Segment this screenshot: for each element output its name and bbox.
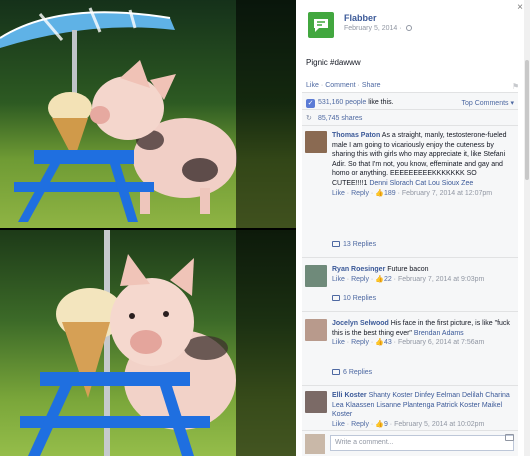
comment-likes-value: 22 [383,275,392,283]
comment-date[interactable]: February 5, 2014 at 10:02pm [394,421,484,428]
comment-body: Jocelyn Selwood His face in the first pi… [332,319,514,348]
photo-top [0,0,296,228]
share-icon: ↻ [306,115,312,122]
reply-icon [332,241,340,248]
comment-likes-count[interactable]: 👍22 [375,276,392,283]
comment-text: Future bacon [385,266,429,273]
divider [302,385,518,386]
post-panel: × Flabber February 5, 2014 · Pignic #daw… [296,0,530,456]
comment-meta: Like · Reply · 👍9 · February 5, 2014 at … [332,420,485,428]
comment-likes-count[interactable]: 👍43 [375,339,392,346]
like-small-icon: 👍 [375,275,384,283]
comment-reply-link[interactable]: Reply [351,190,369,197]
like-small-icon: 👍 [375,339,384,347]
flag-icon[interactable]: ⚑ [512,82,520,91]
feedback-area: ✓ 531,160 people like this. Top Comments… [302,92,518,430]
comment-meta: Like · Reply · 👍189 · February 7, 2014 a… [332,189,493,197]
comment-mentions[interactable]: Denni Slorach Cat Lou Sioux Zee [369,180,473,187]
comment-date[interactable]: February 6, 2014 at 7:56am [398,339,484,346]
comment-like-link[interactable]: Like [332,190,345,197]
comment-date[interactable]: February 7, 2014 at 9:03pm [398,276,484,283]
share-button[interactable]: Share [362,82,381,89]
comment-reply-link[interactable]: Reply [351,339,369,346]
post-date[interactable]: February 5, 2014 · [344,25,412,32]
globe-icon [405,25,412,32]
avatar[interactable] [305,131,327,153]
photo-panel[interactable] [0,0,296,456]
shares-row: ↻ 85,745 shares [302,112,518,126]
view-replies-link[interactable]: 13 Replies [332,241,376,248]
comment-like-link[interactable]: Like [332,421,345,428]
separator: · [357,82,360,89]
comment-body: Ryan Roesinger Future bacon Like · Reply… [332,265,514,284]
divider [302,257,518,258]
avatar[interactable] [305,265,327,287]
comment-like-link[interactable]: Like [332,339,345,346]
likes-suffix: like this. [366,99,394,106]
view-replies-link[interactable]: 10 Replies [332,295,376,302]
comment-reply-link[interactable]: Reply [351,276,369,283]
comment-text: As a straight, manly, testosterone-fuele… [332,132,507,187]
comment-meta: Like · Reply · 👍43 · February 6, 2014 at… [332,339,485,347]
likes-count-link[interactable]: 531,160 people [318,99,366,106]
comment-author[interactable]: Thomas Paton [332,132,380,139]
reply-icon [332,295,340,302]
like-button[interactable]: Like [306,82,319,89]
scrollbar-thumb[interactable] [525,60,529,180]
replies-label[interactable]: 6 Replies [343,369,372,376]
comment-body: Elli Koster Shanty Koster Dinfey Eelman … [332,391,514,429]
camera-icon[interactable] [505,434,514,441]
thumbs-up-icon: ✓ [306,99,315,108]
comment-body: Thomas Paton As a straight, manly, testo… [332,131,514,198]
page-name-link[interactable]: Flabber [344,13,377,23]
avatar[interactable] [305,319,327,341]
top-comments-dropdown[interactable]: Top Comments ▾ [461,99,514,107]
replies-label[interactable]: 10 Replies [343,295,376,302]
divider [302,311,518,312]
comment-meta: Like · Reply · 👍22 · February 7, 2014 at… [332,275,485,283]
likes-summary: 531,160 people like this. [318,99,394,106]
like-small-icon: 👍 [375,420,384,428]
comment-composer: Write a comment... [302,430,518,456]
post-action-bar: Like · Comment · Share [306,82,381,89]
avatar [305,434,325,454]
replies-label[interactable]: 13 Replies [343,241,376,248]
comment-like-link[interactable]: Like [332,276,345,283]
scrollbar[interactable] [524,0,530,456]
likes-row: ✓ 531,160 people like this. Top Comments… [302,96,518,110]
comment-author[interactable]: Jocelyn Selwood [332,320,389,327]
comment-likes-value: 9 [383,420,388,428]
comment-likes-count[interactable]: 👍9 [375,421,388,428]
separator: · [320,82,324,89]
comment-input[interactable]: Write a comment... [330,435,514,451]
photo-bottom [0,230,296,456]
comment-likes-value: 189 [383,189,396,197]
comment-date[interactable]: February 7, 2014 at 12:07pm [402,190,492,197]
comment-author[interactable]: Elli Koster [332,392,367,399]
speech-bubble-icon[interactable] [308,12,334,38]
comment-mentions[interactable]: Brendan Adams [414,330,464,337]
comment-button[interactable]: Comment [325,82,355,89]
view-replies-link[interactable]: 6 Replies [332,369,372,376]
post-text: Pignic #dawww [306,58,361,67]
comment-likes-count[interactable]: 👍189 [375,190,395,197]
shares-count-link[interactable]: 85,745 shares [318,115,362,122]
post-date-text[interactable]: February 5, 2014 · [344,25,404,32]
like-small-icon: 👍 [375,189,384,197]
comment-likes-value: 43 [383,339,392,347]
screenshot-root: × Flabber February 5, 2014 · Pignic #daw… [0,0,530,456]
avatar[interactable] [305,391,327,413]
reply-icon [332,369,340,376]
comment-reply-link[interactable]: Reply [351,421,369,428]
comment-author[interactable]: Ryan Roesinger [332,266,385,273]
